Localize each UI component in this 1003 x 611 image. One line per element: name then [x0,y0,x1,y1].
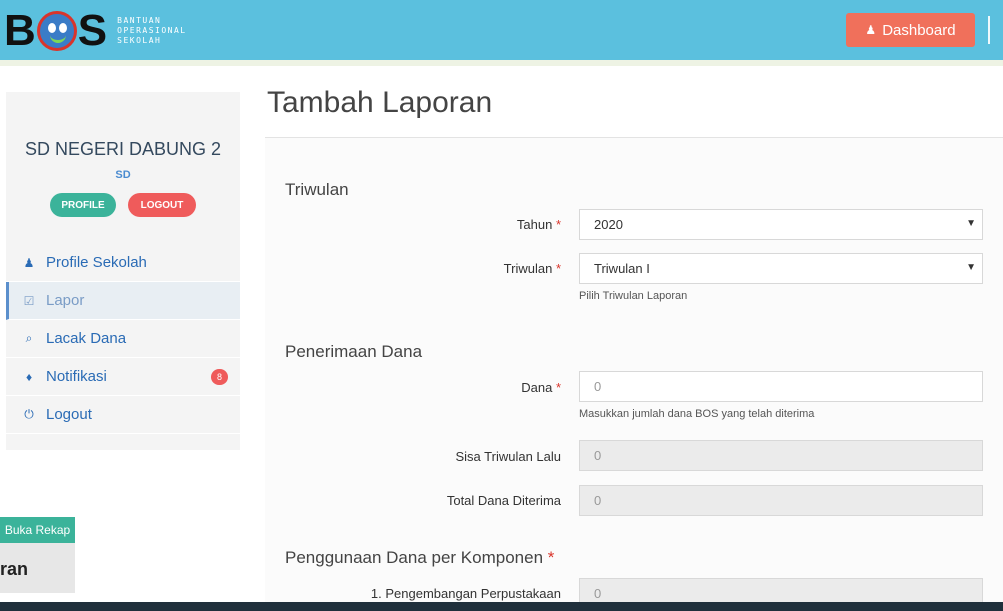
checkbox-icon: ☑ [23,293,35,308]
dashboard-label: Dashboard [882,21,956,39]
profile-button[interactable]: PROFILE [50,193,116,217]
sidebar: SD NEGERI DABUNG 2 SD PROFILE LOGOUT ♟ P… [6,92,240,450]
sidebar-item-label: Profile Sekolah [46,254,147,271]
user-icon: ♟ [865,23,877,37]
section-penggunaan-dana: Penggunaan Dana per Komponen * [285,548,555,567]
caret-down-icon: ▼ [966,218,976,229]
logout-pill-button[interactable]: LOGOUT [128,193,196,217]
zoom-icon: ⌕ [25,331,33,345]
triwulan-select[interactable]: Triwulan I ▼ [579,253,983,284]
sidebar-item-notifikasi[interactable]: ♦ Notifikasi 8 [6,358,240,396]
section-triwulan: Triwulan [285,180,349,199]
sisa-triwulan-label: Sisa Triwulan Lalu [455,449,562,464]
required-marker: * [555,217,561,232]
sidebar-item-logout[interactable]: ⏻ Logout [6,396,240,434]
bell-icon: ♦ [25,369,33,384]
logo-letter-b: B [4,6,36,55]
sisa-triwulan-field: 0 [579,440,983,471]
required-marker: * [555,380,561,395]
sidebar-item-label: Lacak Dana [46,330,127,347]
dana-placeholder: 0 [594,379,602,394]
header-divider [988,16,990,44]
sidebar-menu: ♟ Profile Sekolah ☑ Lapor ⌕ Lacak Dana ♦… [6,244,240,434]
tahun-label: Tahun * [516,217,561,232]
sidebar-item-lacak-dana[interactable]: ⌕ Lacak Dana [6,320,240,358]
logo-smiley-icon [36,11,77,51]
komponen-1-value: 0 [594,586,602,601]
os-taskbar [0,602,1003,611]
notification-count-badge: 8 [211,369,228,385]
dana-input[interactable]: 0 [579,371,983,402]
rekap-panel-partial-text: ran [0,543,75,593]
buka-rekap-button[interactable]: Buka Rekap [0,517,75,543]
logo-subtitle: BANTUAN OPERASIONAL SEKOLAH [117,16,187,45]
tahun-select[interactable]: 2020 ▼ [579,209,983,240]
triwulan-value: Triwulan I [594,261,650,276]
sidebar-item-label: Notifikasi [46,368,107,385]
school-level: SD [115,169,131,181]
section-penerimaan-dana: Penerimaan Dana [285,342,423,361]
dana-help-text: Masukkan jumlah dana BOS yang telah dite… [579,408,815,420]
required-marker: * [547,548,555,567]
header-underline [0,60,1003,66]
dana-label: Dana * [521,380,561,395]
sidebar-item-label: Lapor [46,292,85,309]
sidebar-item-label: Logout [46,406,92,423]
total-dana-value: 0 [594,493,602,508]
school-name: SD NEGERI DABUNG 2 [24,139,222,159]
logo-letter-s: S [77,6,108,55]
required-marker: * [555,261,561,276]
sidebar-item-profile-sekolah[interactable]: ♟ Profile Sekolah [6,244,240,282]
page-title: Tambah Laporan [267,86,493,119]
total-dana-field: 0 [579,485,983,516]
caret-down-icon: ▼ [966,262,976,273]
triwulan-help-text: Pilih Triwulan Laporan [579,290,688,302]
triwulan-label: Triwulan * [503,261,561,276]
top-navbar: B S BANTUAN OPERASIONAL SEKOLAH ♟ Dashbo… [0,0,1003,60]
tahun-value: 2020 [594,217,623,232]
user-icon: ♟ [23,255,35,270]
dashboard-button[interactable]: ♟ Dashboard [846,13,975,47]
bos-logo[interactable]: B S BANTUAN OPERASIONAL SEKOLAH [4,8,187,54]
total-dana-label: Total Dana Diterima [446,493,561,508]
power-icon: ⏻ [24,407,34,421]
sisa-triwulan-value: 0 [594,448,602,463]
komponen-1-label: 1. Pengembangan Perpustakaan [370,586,561,601]
sidebar-item-lapor[interactable]: ☑ Lapor [6,282,240,320]
